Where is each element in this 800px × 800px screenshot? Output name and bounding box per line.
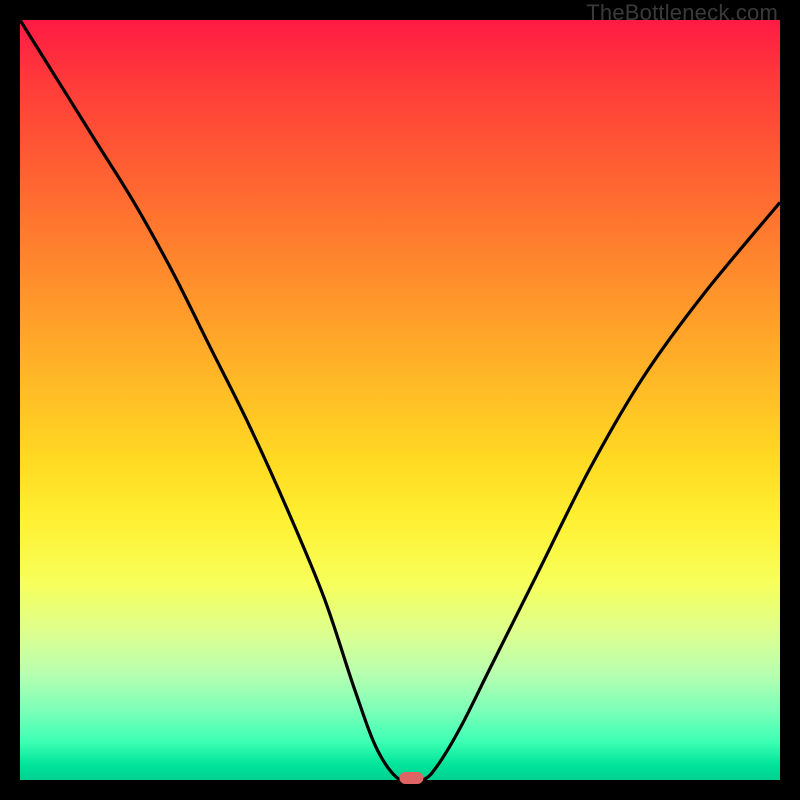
- watermark-text: TheBottleneck.com: [586, 0, 778, 26]
- curve-line: [20, 20, 780, 783]
- chart-frame: TheBottleneck.com: [0, 0, 800, 800]
- optimum-marker: [399, 772, 423, 784]
- bottleneck-curve: [20, 20, 780, 780]
